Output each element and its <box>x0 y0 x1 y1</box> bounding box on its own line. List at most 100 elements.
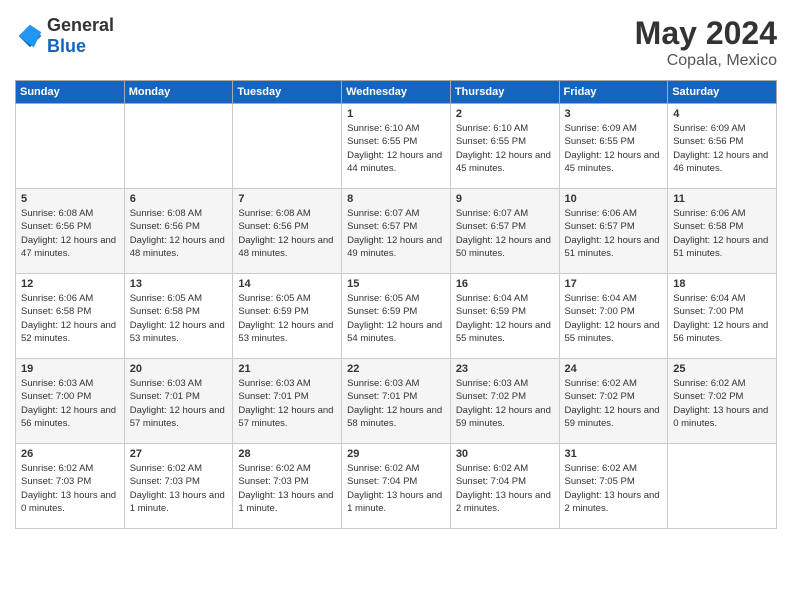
day-number: 30 <box>456 448 554 460</box>
cell-info: Sunrise: 6:09 AMSunset: 6:56 PMDaylight:… <box>673 122 771 175</box>
day-number: 5 <box>21 193 119 205</box>
calendar-cell: 10 Sunrise: 6:06 AMSunset: 6:57 PMDayligh… <box>559 189 668 274</box>
cell-info: Sunrise: 6:02 AMSunset: 7:02 PMDaylight:… <box>565 377 663 430</box>
cell-info: Sunrise: 6:04 AMSunset: 6:59 PMDaylight:… <box>456 292 554 345</box>
day-number: 1 <box>347 108 445 120</box>
calendar-cell <box>124 104 233 189</box>
day-number: 10 <box>565 193 663 205</box>
calendar-cell: 15Sunrise: 6:05 AMSunset: 6:59 PMDayligh… <box>342 274 451 359</box>
calendar-cell: 9Sunrise: 6:07 AMSunset: 6:57 PMDaylight… <box>450 189 559 274</box>
calendar-cell: 25 Sunrise: 6:02 AMSunset: 7:02 PMDayligh… <box>668 359 777 444</box>
logo-blue: Blue <box>47 36 86 56</box>
cell-info: Sunrise: 6:08 AMSunset: 6:56 PMDaylight:… <box>130 207 228 260</box>
calendar-cell: 4 Sunrise: 6:09 AMSunset: 6:56 PMDaylight… <box>668 104 777 189</box>
day-number: 19 <box>21 363 119 375</box>
day-number: 21 <box>238 363 336 375</box>
cell-info: Sunrise: 6:03 AMSunset: 7:02 PMDaylight:… <box>456 377 554 430</box>
day-number: 28 <box>238 448 336 460</box>
cell-info: Sunrise: 6:03 AMSunset: 7:01 PMDaylight:… <box>238 377 336 430</box>
day-number: 17 <box>565 278 663 290</box>
day-number: 3 <box>565 108 663 120</box>
cell-info: Sunrise: 6:05 AMSunset: 6:58 PMDaylight:… <box>130 292 228 345</box>
cell-info: Sunrise: 6:07 AMSunset: 6:57 PMDaylight:… <box>456 207 554 260</box>
calendar-cell: 30 Sunrise: 6:02 AMSunset: 7:04 PMDayligh… <box>450 444 559 529</box>
calendar-cell <box>233 104 342 189</box>
cell-info: Sunrise: 6:08 AMSunset: 6:56 PMDaylight:… <box>21 207 119 260</box>
day-number: 24 <box>565 363 663 375</box>
calendar-cell: 29 Sunrise: 6:02 AMSunset: 7:04 PMDayligh… <box>342 444 451 529</box>
day-number: 20 <box>130 363 228 375</box>
day-header-monday: Monday <box>124 81 233 104</box>
day-number: 6 <box>130 193 228 205</box>
day-header-saturday: Saturday <box>668 81 777 104</box>
cell-info: Sunrise: 6:02 AMSunset: 7:04 PMDaylight:… <box>456 462 554 515</box>
cell-info: Sunrise: 6:02 AMSunset: 7:02 PMDaylight:… <box>673 377 771 430</box>
calendar-cell: 1 Sunrise: 6:10 AMSunset: 6:55 PMDaylight… <box>342 104 451 189</box>
calendar-cell: 21 Sunrise: 6:03 AMSunset: 7:01 PMDayligh… <box>233 359 342 444</box>
cell-info: Sunrise: 6:08 AMSunset: 6:56 PMDaylight:… <box>238 207 336 260</box>
cell-info: Sunrise: 6:04 AMSunset: 7:00 PMDaylight:… <box>565 292 663 345</box>
cell-info: Sunrise: 6:06 AMSunset: 6:57 PMDaylight:… <box>565 207 663 260</box>
calendar-cell: 13 Sunrise: 6:05 AMSunset: 6:58 PMDayligh… <box>124 274 233 359</box>
calendar-cell: 3 Sunrise: 6:09 AMSunset: 6:55 PMDaylight… <box>559 104 668 189</box>
day-number: 29 <box>347 448 445 460</box>
cell-info: Sunrise: 6:02 AMSunset: 7:03 PMDaylight:… <box>130 462 228 515</box>
cell-info: Sunrise: 6:03 AMSunset: 7:01 PMDaylight:… <box>347 377 445 430</box>
day-number: 25 <box>673 363 771 375</box>
calendar-cell: 16 Sunrise: 6:04 AMSunset: 6:59 PMDayligh… <box>450 274 559 359</box>
cell-info: Sunrise: 6:04 AMSunset: 7:00 PMDaylight:… <box>673 292 771 345</box>
calendar-cell: 23 Sunrise: 6:03 AMSunset: 7:02 PMDayligh… <box>450 359 559 444</box>
day-number: 8 <box>347 193 445 205</box>
day-header-thursday: Thursday <box>450 81 559 104</box>
calendar-cell: 12Sunrise: 6:06 AMSunset: 6:58 PMDayligh… <box>16 274 125 359</box>
day-number: 14 <box>238 278 336 290</box>
calendar-cell: 26 Sunrise: 6:02 AMSunset: 7:03 PMDayligh… <box>16 444 125 529</box>
calendar-cell: 17 Sunrise: 6:04 AMSunset: 7:00 PMDayligh… <box>559 274 668 359</box>
day-header-friday: Friday <box>559 81 668 104</box>
cell-info: Sunrise: 6:07 AMSunset: 6:57 PMDaylight:… <box>347 207 445 260</box>
day-header-wednesday: Wednesday <box>342 81 451 104</box>
calendar-cell: 28 Sunrise: 6:02 AMSunset: 7:03 PMDayligh… <box>233 444 342 529</box>
title-block: May 2024 Copala, Mexico <box>635 15 777 70</box>
day-header-sunday: Sunday <box>16 81 125 104</box>
page-header: General Blue May 2024 Copala, Mexico <box>15 15 777 70</box>
day-number: 15 <box>347 278 445 290</box>
calendar-cell <box>668 444 777 529</box>
calendar-cell: 2 Sunrise: 6:10 AMSunset: 6:55 PMDaylight… <box>450 104 559 189</box>
calendar-cell: 7Sunrise: 6:08 AMSunset: 6:56 PMDaylight… <box>233 189 342 274</box>
logo-general: General <box>47 15 114 35</box>
month-title: May 2024 <box>635 15 777 52</box>
calendar-cell: 20Sunrise: 6:03 AMSunset: 7:01 PMDayligh… <box>124 359 233 444</box>
cell-info: Sunrise: 6:10 AMSunset: 6:55 PMDaylight:… <box>347 122 445 175</box>
cell-info: Sunrise: 6:06 AMSunset: 6:58 PMDaylight:… <box>673 207 771 260</box>
calendar-cell: 14Sunrise: 6:05 AMSunset: 6:59 PMDayligh… <box>233 274 342 359</box>
day-number: 11 <box>673 193 771 205</box>
logo-icon <box>15 21 45 51</box>
day-number: 18 <box>673 278 771 290</box>
calendar-cell: 5 Sunrise: 6:08 AMSunset: 6:56 PMDaylight… <box>16 189 125 274</box>
calendar-cell <box>16 104 125 189</box>
calendar-cell: 24 Sunrise: 6:02 AMSunset: 7:02 PMDayligh… <box>559 359 668 444</box>
day-number: 22 <box>347 363 445 375</box>
calendar-cell: 31 Sunrise: 6:02 AMSunset: 7:05 PMDayligh… <box>559 444 668 529</box>
day-number: 16 <box>456 278 554 290</box>
calendar-cell: 8 Sunrise: 6:07 AMSunset: 6:57 PMDaylight… <box>342 189 451 274</box>
calendar-cell: 18 Sunrise: 6:04 AMSunset: 7:00 PMDayligh… <box>668 274 777 359</box>
day-number: 26 <box>21 448 119 460</box>
cell-info: Sunrise: 6:02 AMSunset: 7:03 PMDaylight:… <box>238 462 336 515</box>
calendar-cell: 11 Sunrise: 6:06 AMSunset: 6:58 PMDayligh… <box>668 189 777 274</box>
day-number: 2 <box>456 108 554 120</box>
day-header-tuesday: Tuesday <box>233 81 342 104</box>
cell-info: Sunrise: 6:02 AMSunset: 7:05 PMDaylight:… <box>565 462 663 515</box>
cell-info: Sunrise: 6:02 AMSunset: 7:03 PMDaylight:… <box>21 462 119 515</box>
day-number: 31 <box>565 448 663 460</box>
cell-info: Sunrise: 6:03 AMSunset: 7:00 PMDaylight:… <box>21 377 119 430</box>
location-title: Copala, Mexico <box>635 52 777 70</box>
day-number: 4 <box>673 108 771 120</box>
cell-info: Sunrise: 6:10 AMSunset: 6:55 PMDaylight:… <box>456 122 554 175</box>
calendar-table: SundayMondayTuesdayWednesdayThursdayFrid… <box>15 80 777 529</box>
cell-info: Sunrise: 6:02 AMSunset: 7:04 PMDaylight:… <box>347 462 445 515</box>
day-number: 23 <box>456 363 554 375</box>
cell-info: Sunrise: 6:09 AMSunset: 6:55 PMDaylight:… <box>565 122 663 175</box>
day-number: 13 <box>130 278 228 290</box>
